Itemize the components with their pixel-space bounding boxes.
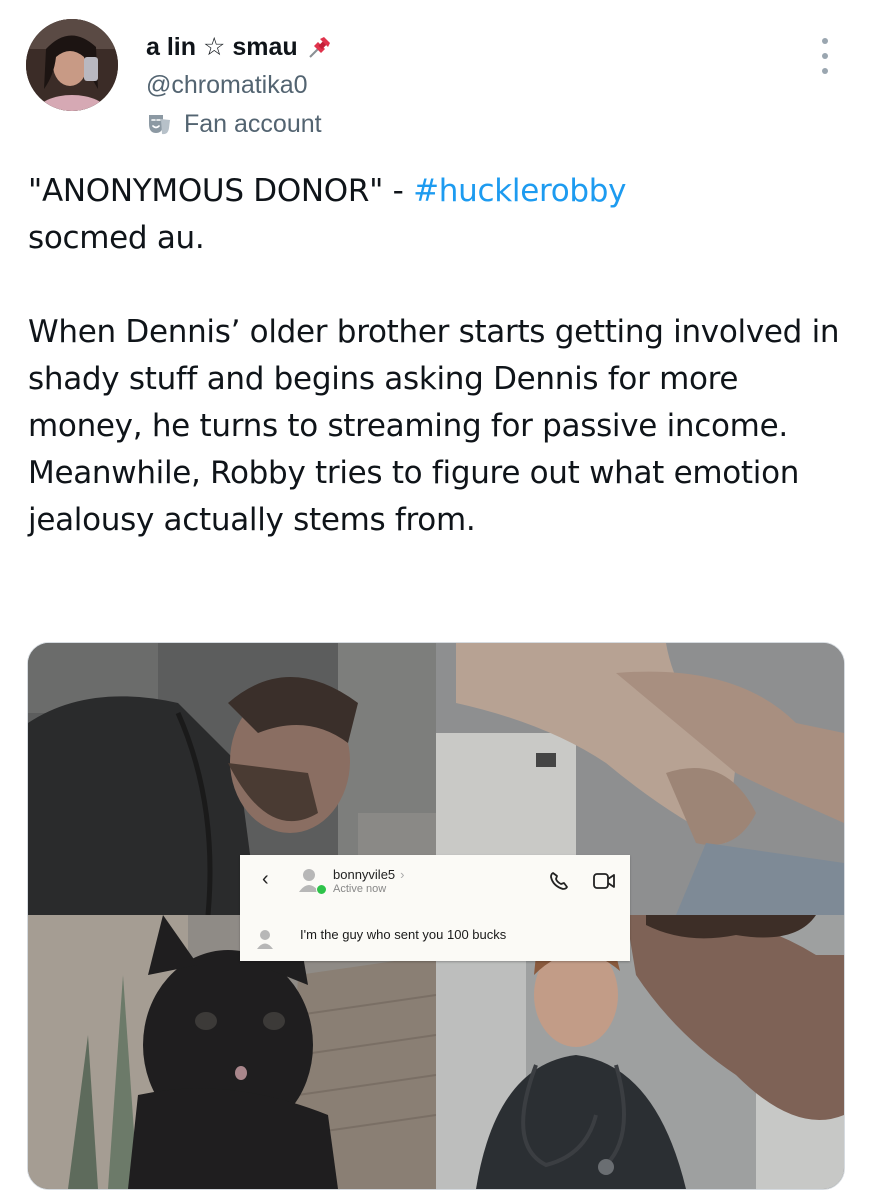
author-display-name[interactable]: a lin ☆ smau: [146, 32, 298, 62]
tweet-media-image[interactable]: ‹ bonnyvile5 › Active now I'm the guy who…: [27, 642, 845, 1190]
account-label[interactable]: Fan account: [146, 108, 322, 140]
tweet-paragraph: When Dennis’ older brother starts gettin…: [28, 314, 840, 538]
phone-icon: [548, 870, 570, 892]
account-label-text: Fan account: [184, 110, 322, 138]
more-vertical-icon: [822, 38, 828, 44]
dm-username-chevron: ›: [400, 867, 405, 882]
more-dot: [822, 53, 828, 59]
author-name-row[interactable]: a lin ☆ smau: [146, 32, 334, 62]
pushpin-icon: [306, 33, 334, 61]
tweet-text: "ANONYMOUS DONOR" - #hucklerobby socmed …: [28, 168, 848, 544]
dm-username: bonnyvile5 ›: [333, 867, 405, 882]
tweet-line-2: socmed au.: [28, 220, 205, 256]
dm-message-avatar-icon: [256, 929, 274, 949]
author-handle[interactable]: @chromatika0: [146, 70, 308, 100]
dm-screenshot-card: ‹ bonnyvile5 › Active now I'm the guy who…: [240, 855, 630, 961]
chevron-left-icon: ‹: [262, 868, 269, 890]
dm-message-text: I'm the guy who sent you 100 bucks: [300, 927, 507, 942]
video-camera-icon: [592, 870, 616, 892]
more-dot: [822, 68, 828, 74]
author-avatar[interactable]: [26, 19, 118, 111]
tweet-title: "ANONYMOUS DONOR" -: [28, 173, 414, 209]
active-status-dot: [316, 884, 327, 895]
dm-username-text: bonnyvile5: [333, 867, 396, 882]
theater-masks-icon: [146, 111, 172, 137]
tweet-line-1: "ANONYMOUS DONOR" - #hucklerobby: [28, 168, 848, 215]
dm-active-status: Active now: [333, 883, 387, 895]
hashtag-link[interactable]: #hucklerobby: [413, 173, 626, 209]
more-options-button[interactable]: [815, 38, 835, 74]
